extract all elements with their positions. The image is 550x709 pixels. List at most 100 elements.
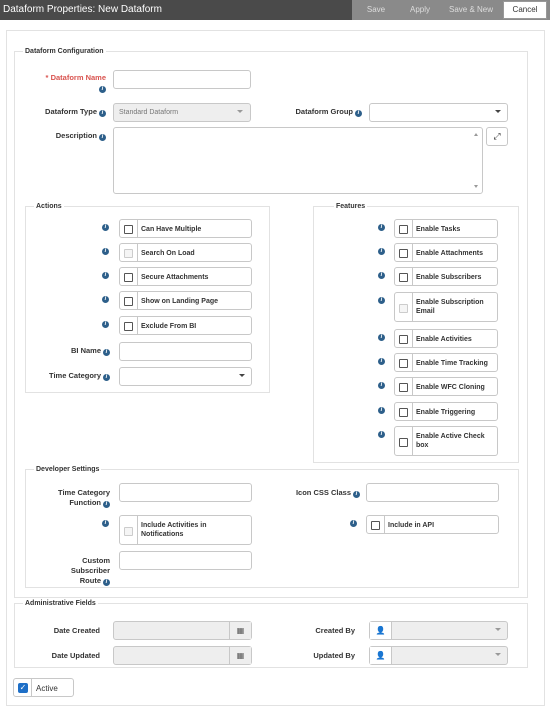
checkbox-box[interactable] <box>399 249 408 258</box>
time-category-label: Time Category i <box>30 371 110 381</box>
section-legend: Dataform Configuration <box>25 48 104 55</box>
date-created-label: Date Created <box>53 626 100 635</box>
info-icon: i <box>102 248 109 255</box>
info-icon: i <box>378 297 385 304</box>
cancel-button[interactable]: Cancel <box>503 1 547 19</box>
icon-css-class-input[interactable] <box>366 483 499 502</box>
exclude-from-bi-checkbox[interactable]: Exclude From BI <box>119 316 252 335</box>
apply-button[interactable]: Apply <box>400 0 440 20</box>
enable-attachments-checkbox[interactable]: Enable Attachments <box>394 243 498 262</box>
info-icon: i <box>99 110 106 117</box>
check-icon[interactable]: ✓ <box>18 683 28 693</box>
info-icon: i <box>103 349 110 356</box>
checkbox-box[interactable] <box>124 322 133 331</box>
enable-triggering-checkbox[interactable]: Enable Triggering <box>394 402 498 421</box>
chevron-down-icon <box>495 653 501 656</box>
chevron-down-icon <box>237 110 243 113</box>
time-category-select[interactable] <box>119 367 252 386</box>
checkbox-box[interactable] <box>399 359 408 368</box>
can-have-multiple-checkbox[interactable]: Can Have Multiple <box>119 219 252 238</box>
description-textarea[interactable] <box>113 127 483 194</box>
dataform-name-input[interactable] <box>113 70 251 89</box>
info-icon: i <box>355 110 362 117</box>
time-category-function-input[interactable] <box>119 483 252 502</box>
info-icon: i <box>103 501 110 508</box>
checkbox-box[interactable] <box>371 521 380 530</box>
checkbox-box[interactable] <box>124 225 133 234</box>
user-icon: 👤 <box>370 647 392 664</box>
info-icon: i <box>353 491 360 498</box>
info-icon: i <box>378 431 385 438</box>
enable-subscribers-checkbox[interactable]: Enable Subscribers <box>394 267 498 286</box>
show-on-landing-page-checkbox[interactable]: Show on Landing Page <box>119 291 252 310</box>
secure-attachments-checkbox[interactable]: Secure Attachments <box>119 267 252 286</box>
custom-subscriber-route-label: Custom Subscriber Route i <box>70 556 110 586</box>
date-updated-label: Date Updated <box>51 651 100 660</box>
include-in-api-checkbox[interactable]: Include in API <box>366 515 499 534</box>
chevron-down-icon <box>239 374 245 377</box>
checkbox-box[interactable] <box>399 383 408 392</box>
enable-tasks-checkbox[interactable]: Enable Tasks <box>394 219 498 238</box>
scroll-down-icon[interactable] <box>474 185 478 188</box>
section-legend: Features <box>336 203 366 210</box>
window-title: Dataform Properties: New Dataform <box>3 4 162 15</box>
enable-time-tracking-checkbox[interactable]: Enable Time Tracking <box>394 353 498 372</box>
updated-by-select: 👤 <box>369 646 508 665</box>
section-legend: Developer Settings <box>36 466 100 473</box>
info-icon: i <box>378 358 385 365</box>
checkbox-box[interactable] <box>124 273 133 282</box>
chevron-down-icon <box>495 110 501 113</box>
dataform-name-label: * Dataform Namei <box>45 73 106 93</box>
info-icon: i <box>102 272 109 279</box>
info-icon: i <box>102 520 109 527</box>
dataform-type-value: Standard Dataform <box>119 109 179 116</box>
checkbox-box[interactable] <box>399 273 408 282</box>
save-button[interactable]: Save <box>352 0 400 20</box>
scroll-up-icon[interactable] <box>474 133 478 136</box>
enable-wfc-cloning-checkbox[interactable]: Enable WFC Cloning <box>394 377 498 396</box>
save-and-new-button[interactable]: Save & New <box>440 0 502 20</box>
include-activities-in-notifications-checkbox[interactable]: Include Activities in Notifications <box>119 515 252 545</box>
checkbox-box <box>124 527 133 536</box>
custom-subscriber-route-input[interactable] <box>119 551 252 570</box>
dataform-type-select[interactable]: Standard Dataform <box>113 103 251 122</box>
info-icon: i <box>378 224 385 231</box>
icon-css-class-label: Icon CSS Class i <box>270 488 360 498</box>
info-icon: i <box>378 248 385 255</box>
search-on-load-checkbox[interactable]: Search On Load <box>119 243 252 262</box>
chevron-down-icon <box>495 628 501 631</box>
info-icon: i <box>378 272 385 279</box>
active-checkbox[interactable]: ✓ Active <box>13 678 74 697</box>
calendar-icon: ▦ <box>229 647 251 664</box>
info-icon: i <box>102 321 109 328</box>
info-icon: i <box>378 382 385 389</box>
checkbox-box[interactable] <box>399 225 408 234</box>
expand-button[interactable]: ⤢ <box>486 127 508 146</box>
description-label: Description i <box>30 131 106 141</box>
enable-active-check-box-checkbox[interactable]: Enable Active Check box <box>394 426 498 456</box>
dataform-group-select[interactable] <box>369 103 508 122</box>
info-icon: i <box>103 374 110 381</box>
enable-activities-checkbox[interactable]: Enable Activities <box>394 329 498 348</box>
info-icon: i <box>102 296 109 303</box>
info-icon: i <box>103 579 110 586</box>
checkbox-box[interactable] <box>399 408 408 417</box>
bi-name-input[interactable] <box>119 342 252 361</box>
section-legend: Actions <box>36 203 62 210</box>
checkbox-box[interactable] <box>124 297 133 306</box>
time-category-function-label: Time Category Function i <box>58 488 110 508</box>
date-updated-input: ▦ <box>113 646 252 665</box>
updated-by-label: Updated By <box>313 651 355 660</box>
enable-subscription-email-checkbox[interactable]: Enable Subscription Email <box>394 292 498 322</box>
info-icon: i <box>350 520 357 527</box>
date-created-input: ▦ <box>113 621 252 640</box>
dataform-group-label: Dataform Group i <box>270 107 362 117</box>
checkbox-box[interactable] <box>399 438 408 447</box>
info-icon: i <box>99 86 106 93</box>
created-by-select: 👤 <box>369 621 508 640</box>
section-legend: Administrative Fields <box>25 600 96 607</box>
expand-icon: ⤢ <box>493 131 501 141</box>
dataform-type-label: Dataform Type i <box>10 107 106 117</box>
checkbox-box[interactable] <box>399 335 408 344</box>
info-icon: i <box>99 134 106 141</box>
